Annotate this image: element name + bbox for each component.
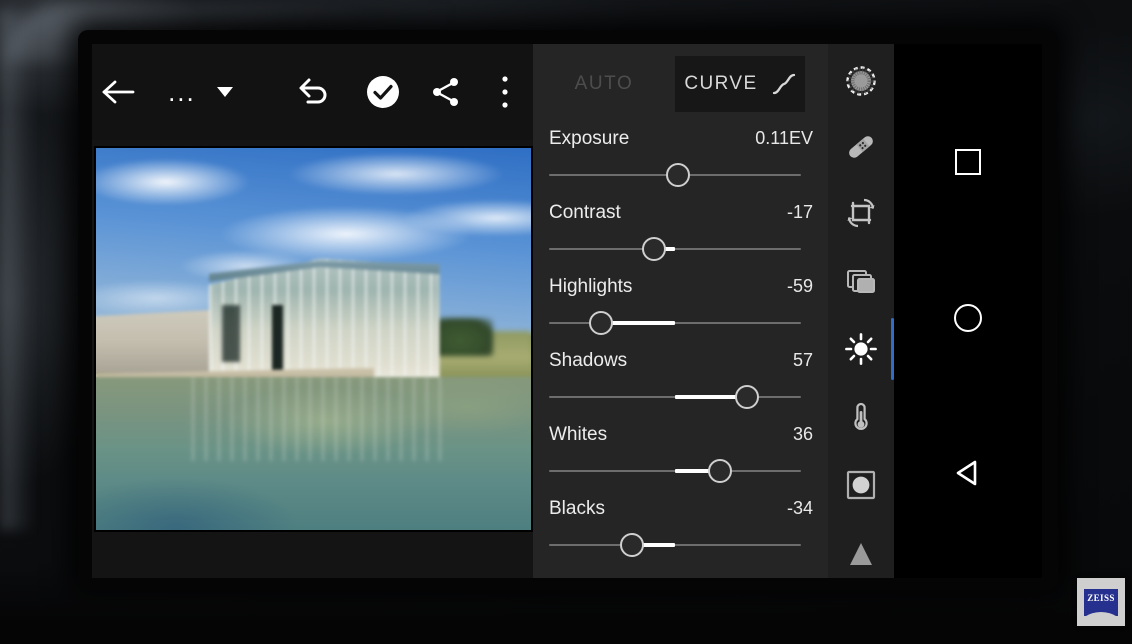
nav-home-button[interactable] [894, 283, 1042, 353]
nav-back-button[interactable] [894, 438, 1042, 508]
slider-value: -34 [786, 498, 813, 518]
slider-contrast: Contrast -17 [549, 202, 813, 261]
share-button[interactable] [415, 44, 478, 140]
slider-track [549, 322, 801, 324]
slider-blacks: Blacks -34 [549, 498, 813, 557]
slider-highlights: Highlights -59 [549, 276, 813, 335]
slider-control[interactable] [549, 163, 801, 187]
slider-name: Shadows [549, 350, 628, 371]
mode-toggle-row: AUTO CURVE [533, 54, 828, 114]
light-adjustments-panel: AUTO CURVE Exposure 0.11EV Contrast -17 High… [533, 44, 828, 578]
app-toolbar: ... [92, 44, 533, 140]
zeiss-brand-text: ZEISS [1087, 592, 1115, 603]
arrow-left-icon [102, 80, 135, 104]
light-sun-icon [845, 333, 877, 365]
crop-rotate-icon [847, 198, 875, 228]
slider-value: -17 [786, 202, 813, 222]
healing-brush-icon [849, 136, 873, 158]
slider-label-row: Whites 36 [549, 424, 813, 446]
filename-label: ... [168, 77, 196, 107]
slider-control[interactable] [549, 533, 801, 557]
slider-control[interactable] [549, 311, 801, 335]
slider-control[interactable] [549, 385, 801, 409]
auto-button[interactable]: AUTO [533, 56, 675, 112]
undo-arrow-icon [299, 78, 327, 104]
undo-button[interactable] [278, 44, 350, 140]
zeiss-logo-box: ZEISS [1084, 588, 1118, 616]
slider-label-row: Blacks -34 [549, 498, 813, 520]
slider-value: 57 [792, 350, 813, 370]
slider-track [549, 544, 801, 546]
slider-handle[interactable] [734, 385, 759, 409]
nav-recents-button[interactable] [894, 127, 1042, 197]
circle-icon [954, 304, 982, 332]
slider-name: Exposure [549, 128, 630, 149]
tool-rail [828, 44, 894, 578]
slider-control[interactable] [549, 459, 801, 483]
slider-control[interactable] [549, 237, 801, 261]
zeiss-watermark: ZEISS [1077, 578, 1125, 626]
square-icon [955, 149, 981, 175]
tool-crop-rotate[interactable] [828, 180, 894, 246]
back-button[interactable] [92, 44, 146, 140]
tool-detail[interactable] [828, 520, 894, 578]
triangle-left-icon [956, 460, 977, 486]
slider-name: Blacks [549, 498, 605, 519]
slider-name: Highlights [549, 276, 633, 297]
slider-shadows: Shadows 57 [549, 350, 813, 409]
slider-label-row: Highlights -59 [549, 276, 813, 298]
color-thermometer-icon [854, 402, 868, 430]
slider-value: -59 [786, 276, 813, 296]
curve-button[interactable]: CURVE [675, 56, 805, 112]
tool-light[interactable] [828, 316, 894, 382]
bezel-left-highlight [0, 10, 40, 530]
photo-soft-focus [96, 148, 531, 530]
slider-handle[interactable] [708, 459, 733, 483]
photo-preview[interactable] [96, 148, 531, 530]
detail-triangle-icon [850, 543, 872, 565]
chevron-down-icon [216, 87, 233, 97]
tool-effects[interactable] [828, 452, 894, 518]
slider-handle[interactable] [620, 533, 645, 557]
tool-healing-brush[interactable] [828, 114, 894, 180]
android-nav-bar [894, 44, 1042, 578]
filename-dropdown[interactable]: ... [146, 44, 257, 140]
photo-pane: ... [92, 44, 533, 578]
slider-label-row: Shadows 57 [549, 350, 813, 372]
curve-label: CURVE [684, 73, 758, 94]
tool-presets[interactable] [828, 246, 894, 312]
more-vertical-icon [502, 76, 508, 108]
presets-layers-icon [847, 270, 875, 293]
slider-name: Whites [549, 424, 608, 445]
slider-track [549, 248, 801, 250]
auto-label: AUTO [574, 73, 634, 94]
slider-handle[interactable] [665, 163, 690, 187]
slider-value: 36 [792, 424, 813, 444]
slider-handle[interactable] [641, 237, 666, 261]
zeiss-swoosh [1084, 611, 1118, 616]
share-icon [433, 78, 459, 106]
more-options-button[interactable] [478, 44, 533, 140]
slider-label-row: Contrast -17 [549, 202, 813, 224]
tool-selective-mask[interactable] [828, 48, 894, 114]
phone-screen: ... AUTO CURVE Exposure 0.11EV Contrast … [92, 44, 1042, 578]
done-button[interactable] [350, 44, 415, 140]
slider-label-row: Exposure 0.11EV [549, 128, 813, 150]
slider-exposure: Exposure 0.11EV [549, 128, 813, 187]
selective-mask-icon [846, 66, 876, 96]
tone-curve-icon [772, 73, 795, 95]
photo-frame [94, 146, 533, 532]
slider-handle[interactable] [588, 311, 613, 335]
effects-vignette-icon [846, 470, 876, 500]
slider-whites: Whites 36 [549, 424, 813, 483]
slider-name: Contrast [549, 202, 621, 223]
tool-color[interactable] [828, 384, 894, 450]
check-circle-icon [366, 76, 399, 108]
slider-value: 0.11EV [755, 128, 813, 148]
